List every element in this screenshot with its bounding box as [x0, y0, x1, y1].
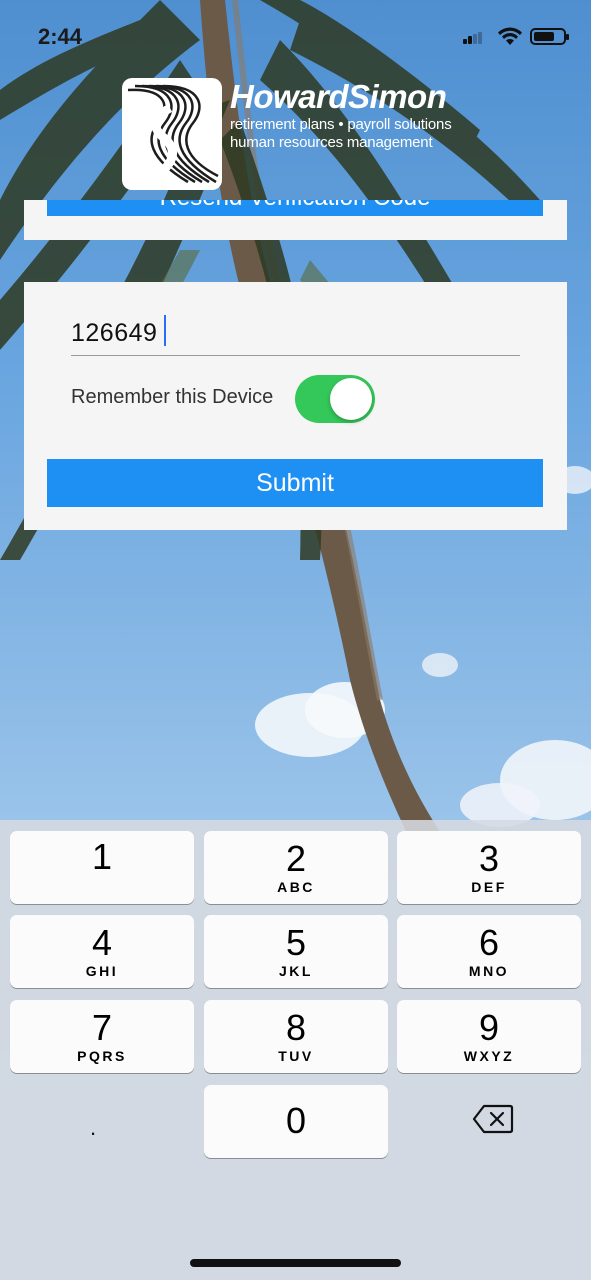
backspace-icon[interactable] — [472, 1103, 514, 1135]
verification-card: Remember this Device Submit — [24, 282, 567, 530]
key-number: 6 — [478, 922, 500, 963]
remember-device-label: Remember this Device — [71, 386, 274, 408]
key-letters: PQRS — [77, 1048, 127, 1064]
key-letters: WXYZ — [463, 1048, 515, 1064]
logo-tagline-2: human resources management — [230, 134, 433, 151]
key-0[interactable]: 0 — [204, 1085, 388, 1158]
battery-icon — [530, 28, 569, 45]
key-5[interactable]: 5 JKL — [204, 915, 388, 988]
logo-tagline-1: retirement plans • payroll solutions — [230, 116, 452, 133]
key-2[interactable]: 2 ABC — [204, 831, 388, 904]
submit-button[interactable]: Submit — [47, 459, 543, 507]
key-letters: TUV — [278, 1048, 314, 1064]
key-4[interactable]: 4 GHI — [10, 915, 194, 988]
resend-verification-button[interactable]: Resend Verification Code — [47, 200, 543, 216]
key-number: 8 — [285, 1007, 307, 1048]
key-number: 1 — [91, 836, 113, 877]
cellular-signal-icon — [463, 32, 482, 44]
key-number: 4 — [91, 922, 113, 963]
key-letters: ABC — [277, 879, 315, 895]
status-time: 2:44 — [38, 24, 83, 49]
key-letters: JKL — [279, 963, 313, 979]
key-number: 3 — [478, 838, 500, 879]
key-letters: GHI — [85, 963, 119, 979]
wifi-icon — [498, 27, 522, 45]
key-number: 0 — [285, 1100, 307, 1141]
key-8[interactable]: 8 TUV — [204, 1000, 388, 1073]
howardsimon-logo: HowardSimon retirement plans • payroll s… — [122, 78, 472, 193]
battery-level — [534, 32, 554, 41]
key-number: 9 — [478, 1007, 500, 1048]
status-bar: 2:44 — [0, 0, 591, 60]
key-number: 2 — [285, 838, 307, 879]
key-1[interactable]: 1 — [10, 831, 194, 904]
key-3[interactable]: 3 DEF — [397, 831, 581, 904]
verification-code-input[interactable] — [71, 312, 520, 356]
key-letters: DEF — [471, 879, 507, 895]
key-number: 5 — [285, 922, 307, 963]
key-9[interactable]: 9 WXYZ — [397, 1000, 581, 1073]
logo-name: HowardSimon — [230, 78, 447, 115]
toggle-knob — [330, 378, 372, 420]
key-number: 7 — [91, 1007, 113, 1048]
text-cursor — [164, 315, 166, 346]
key-6[interactable]: 6 MNO — [397, 915, 581, 988]
logo-mark-icon — [122, 78, 222, 190]
resend-card: Resend Verification Code — [24, 200, 567, 240]
remember-device-toggle[interactable] — [295, 375, 375, 423]
key-decimal[interactable]: . — [90, 1115, 96, 1141]
key-letters: MNO — [468, 963, 510, 979]
home-indicator — [190, 1259, 401, 1267]
key-7[interactable]: 7 PQRS — [10, 1000, 194, 1073]
